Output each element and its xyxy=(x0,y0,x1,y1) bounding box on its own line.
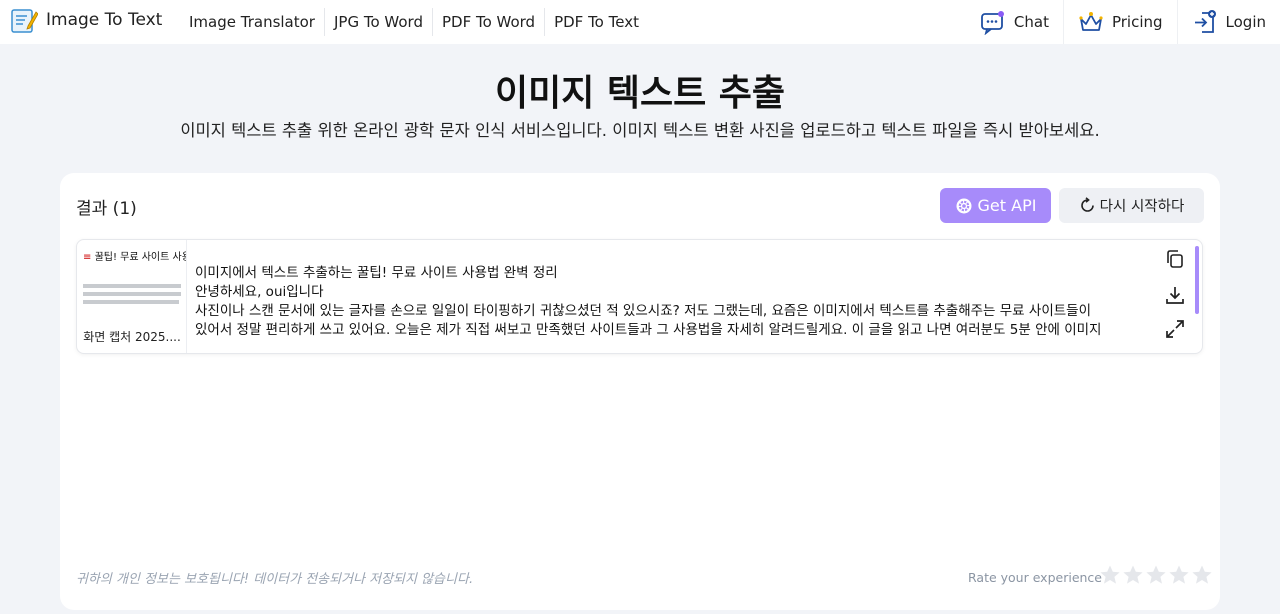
thumbnail-text-line xyxy=(83,292,181,296)
page-title: 이미지 텍스트 추출 xyxy=(494,73,786,114)
restart-button[interactable]: 다시 시작하다 xyxy=(1059,188,1204,223)
text-scrollbar[interactable] xyxy=(1195,246,1199,314)
chat-label: Chat xyxy=(1013,13,1049,31)
text-line: 이미지에서 텍스트 추출하는 꿀팁! 무료 사이트 사용법 완벽 정리 xyxy=(195,265,558,281)
main-nav: Image Translator JPG To Word PDF To Word… xyxy=(180,8,648,36)
get-api-label: Get API xyxy=(977,196,1037,215)
star-icon[interactable] xyxy=(1145,564,1167,586)
star-icon[interactable] xyxy=(1191,564,1213,586)
text-line: 사진이나 스캔 문서에 있는 글자를 손으로 일일이 타이핑하기 귀찮으셨던 적… xyxy=(195,303,1091,319)
top-navigation-bar: Image To Text Image Translator JPG To Wo… xyxy=(0,0,1280,44)
chat-bubble-icon xyxy=(981,11,1004,35)
expand-icon[interactable] xyxy=(1164,318,1186,340)
rating-stars xyxy=(1099,564,1214,586)
copy-icon[interactable] xyxy=(1164,248,1186,270)
restart-label: 다시 시작하다 xyxy=(1099,199,1185,215)
page-subtitle: 이미지 텍스트 추출 위한 온라인 광학 문자 인식 서비스입니다. 이미지 텍… xyxy=(180,121,1100,140)
text-line: 있어서 정말 편리하게 쓰고 있어요. 오늘은 제가 직접 써보고 만족했던 사… xyxy=(195,322,1102,338)
privacy-notice: 귀하의 개인 정보는 보호됩니다! 데이터가 전송되거나 저장되지 않습니다. xyxy=(76,572,474,587)
star-icon[interactable] xyxy=(1122,564,1144,586)
download-icon[interactable] xyxy=(1164,284,1186,306)
notepad-pencil-icon xyxy=(11,9,38,33)
login-icon xyxy=(1194,10,1216,33)
nav-image-translator[interactable]: Image Translator xyxy=(180,8,325,36)
rate-label: Rate your experience xyxy=(968,570,1102,585)
logo[interactable]: Image To Text xyxy=(10,6,162,34)
results-card: 결과 (1) Get API 다시 시작하다 ≡ 꿀팁! 무료 사이트 사용 화… xyxy=(60,173,1220,610)
refresh-icon xyxy=(1080,197,1094,212)
thumbnail-list-icon: ≡ xyxy=(83,252,95,263)
text-line: 안녕하세요, oui입니다 xyxy=(195,284,324,300)
get-api-button[interactable]: Get API xyxy=(940,188,1051,223)
nav-jpg-to-word[interactable]: JPG To Word xyxy=(325,8,433,36)
crown-icon xyxy=(1079,12,1103,31)
thumbnail-heading: ≡ 꿀팁! 무료 사이트 사용 xyxy=(83,252,187,263)
right-nav: Chat Pricing Login xyxy=(966,0,1280,44)
extracted-text[interactable]: 이미지에서 텍스트 추출하는 꿀팁! 무료 사이트 사용법 완벽 정리 안녕하세… xyxy=(195,264,1155,344)
thumbnail-text-line xyxy=(83,300,179,304)
nav-pdf-to-text[interactable]: PDF To Text xyxy=(545,8,648,36)
pricing-label: Pricing xyxy=(1111,13,1163,31)
pricing-button[interactable]: Pricing xyxy=(1062,0,1177,44)
star-icon[interactable] xyxy=(1099,564,1121,586)
chat-button[interactable]: Chat xyxy=(966,0,1063,44)
logo-text: Image To Text xyxy=(46,10,163,30)
result-thumbnail[interactable]: ≡ 꿀팁! 무료 사이트 사용 화면 캡처 2025.... xyxy=(77,240,187,353)
thumbnail-filename: 화면 캡처 2025.... xyxy=(83,330,181,344)
login-label: Login xyxy=(1225,13,1266,31)
thumbnail-text-line xyxy=(83,284,181,288)
login-button[interactable]: Login xyxy=(1176,0,1280,44)
gear-icon xyxy=(956,198,972,213)
star-icon[interactable] xyxy=(1168,564,1190,586)
result-item: ≡ 꿀팁! 무료 사이트 사용 화면 캡처 2025.... 이미지에서 텍스트… xyxy=(76,239,1203,354)
nav-pdf-to-word[interactable]: PDF To Word xyxy=(433,8,546,36)
results-title: 결과 (1) xyxy=(76,199,137,219)
